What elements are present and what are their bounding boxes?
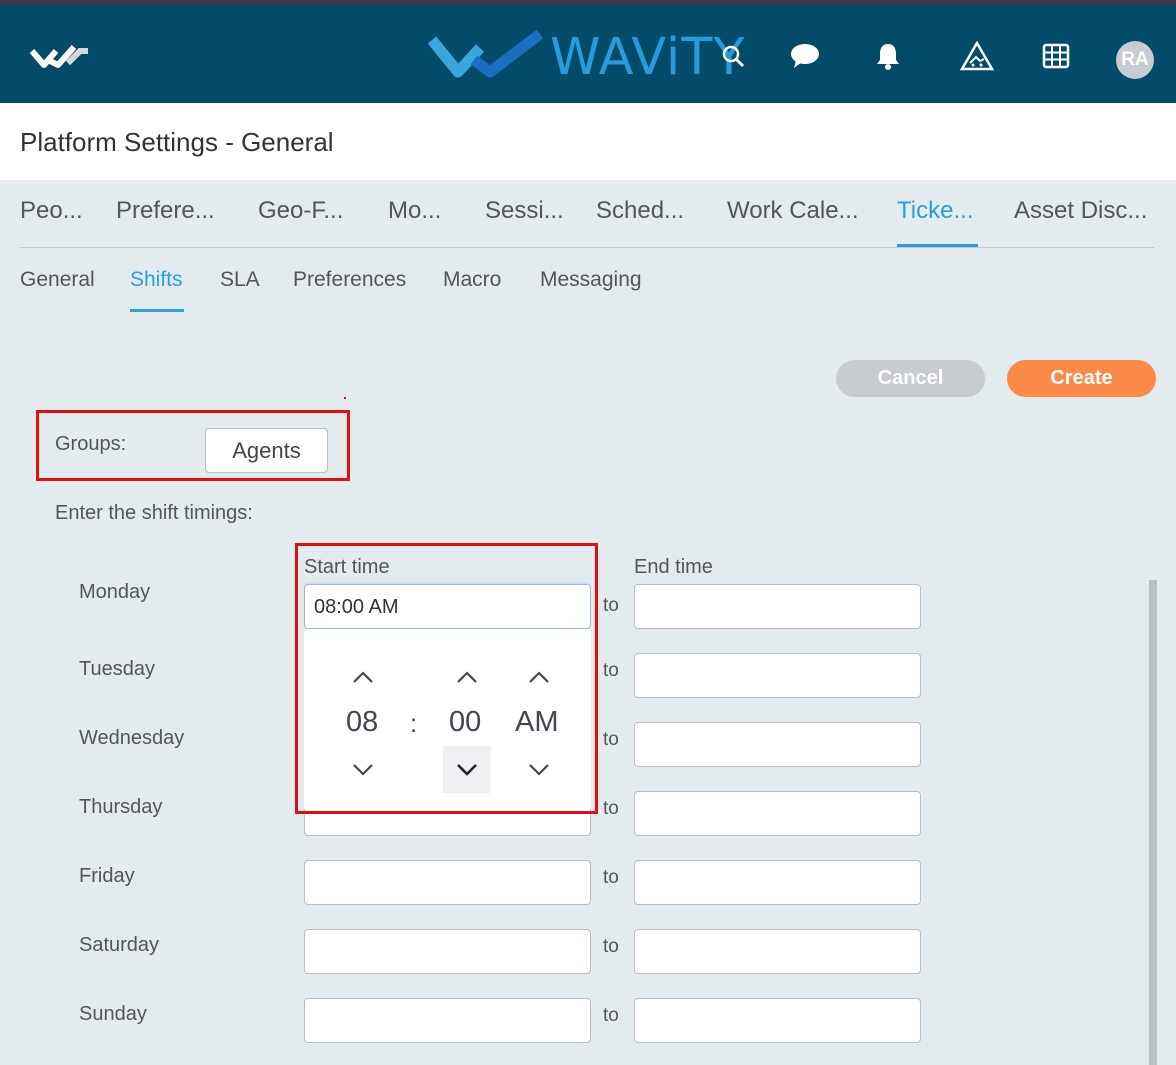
subtab-shifts[interactable]: Shifts — [130, 268, 183, 292]
to-label: to — [603, 936, 619, 957]
friday-end-input[interactable] — [634, 860, 921, 905]
scrollbar[interactable] — [1149, 580, 1157, 1065]
tab-people[interactable]: Peo... — [20, 197, 83, 225]
friday-start-input[interactable] — [304, 860, 591, 905]
day-label-friday: Friday — [79, 865, 135, 887]
tuesday-end-input[interactable] — [634, 653, 921, 698]
to-label: to — [603, 798, 619, 819]
chat-icon[interactable] — [788, 39, 822, 73]
subtab-macro[interactable]: Macro — [443, 268, 501, 292]
subtab-sla[interactable]: SLA — [220, 268, 260, 292]
tab-work-calendar[interactable]: Work Cale... — [727, 197, 859, 225]
sunday-end-input[interactable] — [634, 998, 921, 1043]
tab-preferences[interactable]: Prefere... — [116, 197, 215, 225]
day-label-tuesday: Tuesday — [79, 658, 155, 680]
page-title: Platform Settings - General — [20, 127, 334, 157]
brand-logo: WAViTY — [428, 27, 746, 87]
to-label: to — [603, 1005, 619, 1026]
thursday-end-input[interactable] — [634, 791, 921, 836]
subtab-general[interactable]: General — [20, 268, 95, 292]
tab-tickets[interactable]: Ticke... — [897, 197, 973, 225]
time-picker-highlight-box — [295, 543, 598, 814]
subtab-preferences[interactable]: Preferences — [293, 268, 406, 292]
wednesday-end-input[interactable] — [634, 722, 921, 767]
top-navigation-bar: WAViTY RA — [0, 5, 1176, 103]
day-label-saturday: Saturday — [79, 934, 160, 956]
shift-instructions: Enter the shift timings: — [55, 502, 253, 524]
brand-check-icon — [428, 30, 544, 78]
user-avatar[interactable]: RA — [1116, 41, 1154, 79]
saturday-end-input[interactable] — [634, 929, 921, 974]
to-label: to — [603, 729, 619, 750]
day-label-monday: Monday — [79, 581, 151, 603]
active-subtab-indicator — [130, 309, 184, 312]
cancel-button[interactable]: Cancel — [836, 360, 985, 397]
groups-highlight-box — [36, 410, 350, 481]
grid-icon[interactable] — [1039, 39, 1073, 73]
create-button[interactable]: Create — [1007, 360, 1156, 397]
search-icon[interactable] — [716, 39, 750, 73]
day-label-wednesday: Wednesday — [79, 727, 185, 749]
end-time-header: End time — [634, 556, 713, 578]
sunday-start-input[interactable] — [304, 998, 591, 1043]
bell-icon[interactable] — [871, 39, 905, 73]
tab-mobile[interactable]: Mo... — [388, 197, 441, 225]
alert-icon[interactable] — [960, 39, 994, 73]
tab-geo-fencing[interactable]: Geo-F... — [258, 197, 343, 225]
to-label: to — [603, 660, 619, 681]
tab-asset-discovery[interactable]: Asset Disc... — [1014, 197, 1147, 225]
to-label: to — [603, 867, 619, 888]
tab-scheduler[interactable]: Sched... — [596, 197, 684, 225]
tabs-divider — [20, 247, 1154, 248]
app-logo-icon[interactable] — [28, 41, 92, 73]
to-label: to — [603, 595, 619, 616]
annotation-dot — [344, 397, 346, 399]
title-bar: Platform Settings - General — [0, 103, 1176, 180]
monday-end-input[interactable] — [634, 584, 921, 629]
saturday-start-input[interactable] — [304, 929, 591, 974]
subtab-messaging[interactable]: Messaging — [540, 268, 642, 292]
day-label-thursday: Thursday — [79, 796, 163, 818]
active-tab-indicator — [897, 244, 978, 247]
tab-sessions[interactable]: Sessi... — [485, 197, 564, 225]
day-label-sunday: Sunday — [79, 1003, 147, 1025]
